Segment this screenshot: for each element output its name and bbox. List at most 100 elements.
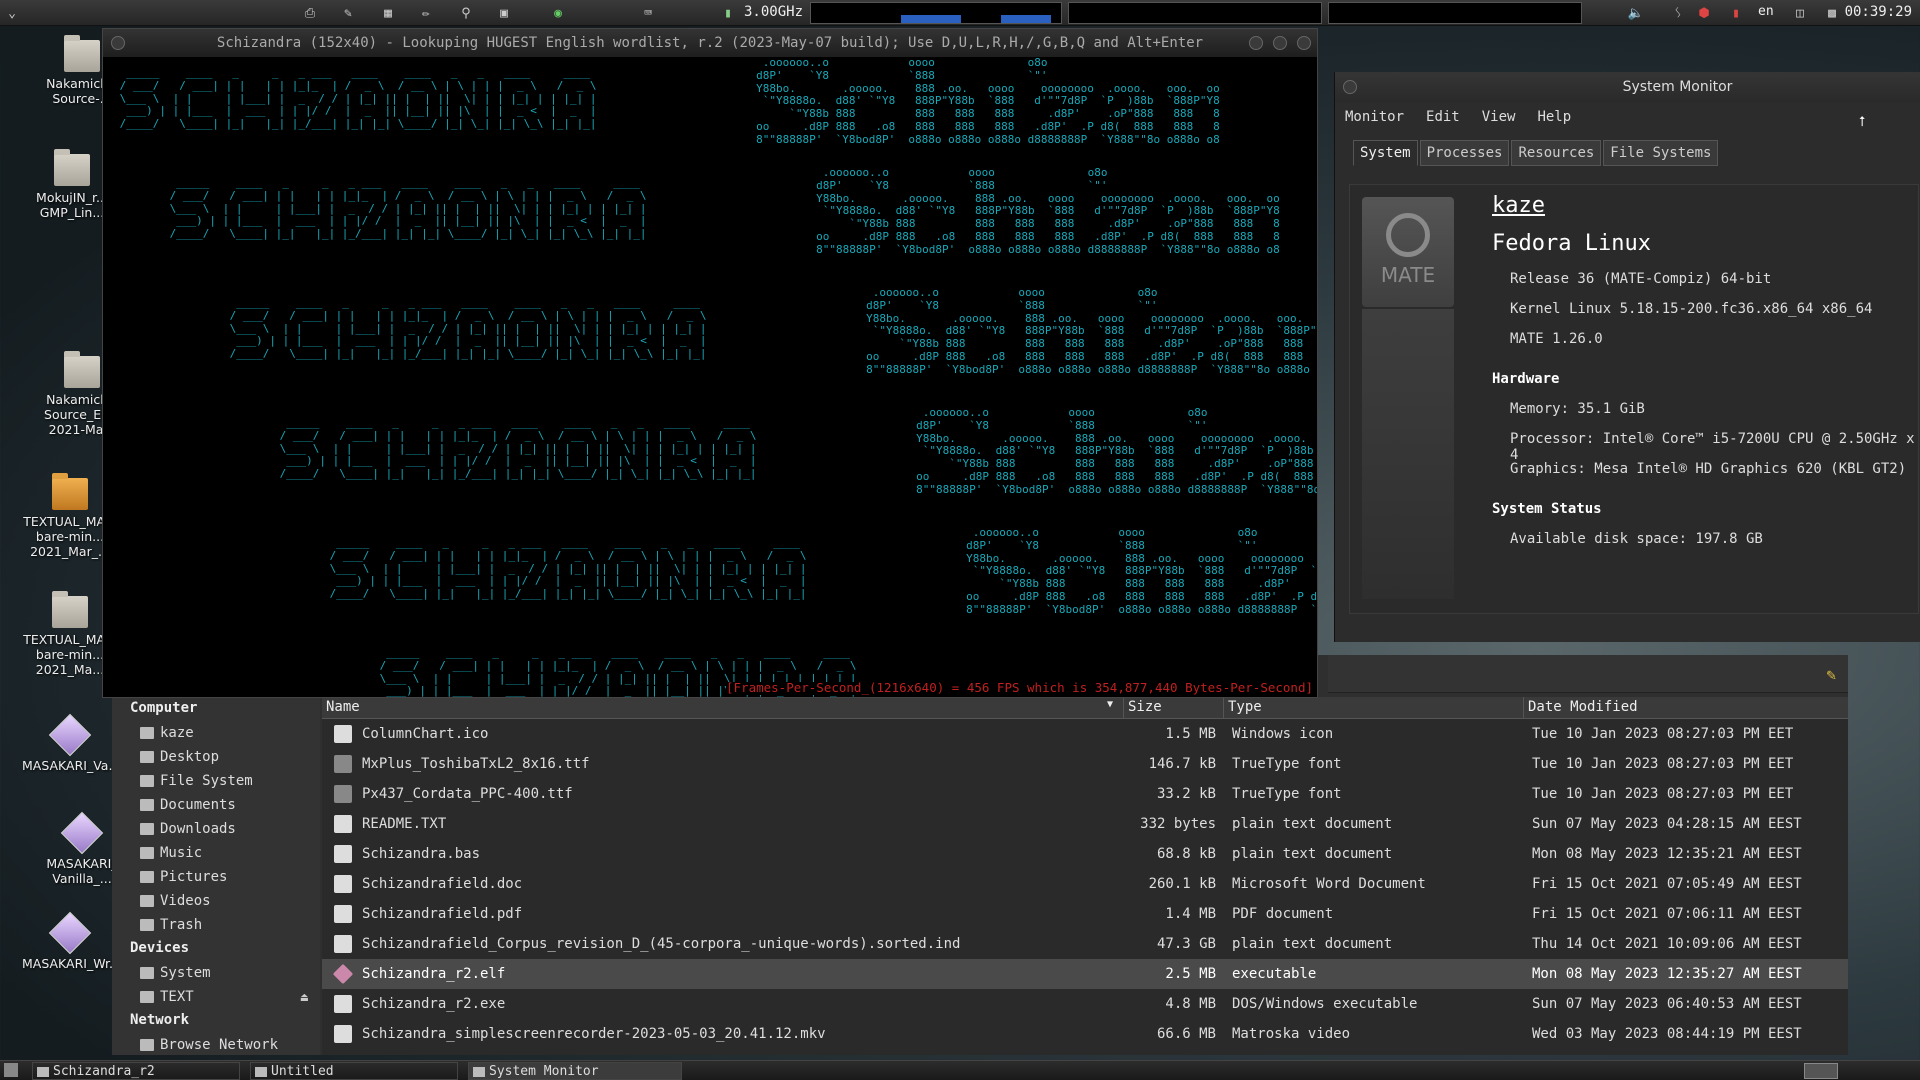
task-untitled[interactable]: Untitled bbox=[250, 1062, 458, 1080]
table-row[interactable]: Schizandra_r2.elf 2.5 MB executable Mon 08 … bbox=[322, 959, 1848, 989]
eject-icon[interactable]: ⏏ bbox=[301, 990, 308, 1004]
file-date: Mon 08 May 2023 12:35:27 AM EEST bbox=[1532, 966, 1802, 982]
column-header-type[interactable]: Type bbox=[1224, 697, 1524, 718]
close-button[interactable] bbox=[1297, 36, 1311, 50]
menu-edit[interactable]: Edit bbox=[1426, 109, 1460, 125]
table-row[interactable]: Schizandra_r2.exe 4.8 MB DOS/Windows execu… bbox=[322, 989, 1848, 1019]
table-row[interactable]: Px437_Cordata_PPC-400.ttf 33.2 kB TrueType… bbox=[322, 779, 1848, 809]
column-header-date[interactable]: Date Modified bbox=[1524, 697, 1848, 718]
folder-icon bbox=[140, 871, 154, 883]
workspace-switcher[interactable] bbox=[1804, 1063, 1838, 1079]
updates-icon[interactable]: ▩ bbox=[1822, 4, 1842, 22]
sidebar-heading-computer: Computer bbox=[130, 700, 198, 716]
sidebar-item-pictures[interactable]: Pictures bbox=[112, 865, 320, 889]
table-row[interactable]: MxPlus_ToshibaTxL2_8x16.ttf 146.7 kB TrueT… bbox=[322, 749, 1848, 779]
desktop-icon[interactable]: MASAKARI_Wr... bbox=[22, 911, 121, 971]
terminal-icon[interactable]: ▣ bbox=[494, 4, 514, 22]
sidebar-item-device-text[interactable]: TEXT ⏏ bbox=[112, 985, 320, 1009]
mate-version: MATE 1.26.0 bbox=[1510, 331, 1603, 347]
trash-icon bbox=[140, 919, 154, 931]
table-row[interactable]: Schizandrafield.pdf 1.4 MB PDF document Fri… bbox=[322, 899, 1848, 929]
text-editor-icon[interactable]: ✏ bbox=[416, 4, 436, 22]
file-name: Schizandra_r2.elf bbox=[362, 966, 506, 982]
edit-location-icon[interactable]: ✎ bbox=[1826, 665, 1836, 684]
fps-status: [Frames-Per-Second_(1216x640) = 456 FPS … bbox=[726, 680, 1313, 696]
task-system-monitor[interactable]: System Monitor bbox=[468, 1062, 682, 1080]
window-menu-button[interactable] bbox=[1343, 80, 1357, 94]
ascii-banner: .oooooo..o oooo o8o d8P' `Y8 `888 `"' Y8… bbox=[866, 286, 1317, 376]
os-name: Fedora Linux bbox=[1492, 231, 1651, 256]
sidebar-item-device-system[interactable]: System bbox=[112, 961, 320, 985]
terminal-titlebar[interactable]: Schizandra (152x40) - Lookuping HUGEST E… bbox=[103, 29, 1317, 57]
file-date: Wed 03 May 2023 08:44:19 PM EEST bbox=[1532, 1026, 1802, 1042]
sidebar-heading-devices: Devices bbox=[130, 940, 190, 956]
menu-view[interactable]: View bbox=[1482, 109, 1516, 125]
cpu-icon: ▮ bbox=[724, 5, 732, 21]
file-type-icon bbox=[334, 995, 352, 1013]
table-row[interactable]: Schizandra.bas 68.8 kB plain text document… bbox=[322, 839, 1848, 869]
file-size: 4.8 MB bbox=[1165, 996, 1216, 1012]
file-type-icon bbox=[334, 755, 352, 773]
file-name-cell: Schizandra_simplescreenrecorder-2023-05-… bbox=[322, 1025, 1124, 1043]
home-icon bbox=[140, 727, 154, 739]
sidebar-item-label: TEXT bbox=[160, 989, 194, 1005]
search-icon[interactable]: ⚲ bbox=[456, 4, 476, 22]
show-desktop-icon[interactable] bbox=[4, 1063, 18, 1077]
menu-chevron-icon[interactable]: ⌄ bbox=[2, 4, 22, 22]
sidebar-item-desktop[interactable]: Desktop bbox=[112, 745, 320, 769]
printer-icon[interactable]: ⎙ bbox=[300, 4, 320, 22]
tab-processes[interactable]: Processes bbox=[1419, 140, 1510, 166]
file-size: 260.1 kB bbox=[1148, 876, 1216, 892]
table-row[interactable]: ColumnChart.ico 1.5 MB Windows icon Tue 10 … bbox=[322, 719, 1848, 749]
menu-monitor[interactable]: Monitor bbox=[1345, 109, 1404, 125]
sidebar-item-home[interactable]: kaze bbox=[112, 721, 320, 745]
browser-icon[interactable]: ◉ bbox=[548, 4, 568, 22]
tab-system[interactable]: System bbox=[1353, 140, 1418, 166]
system-status-heading: System Status bbox=[1492, 501, 1602, 517]
task-schizandra[interactable]: Schizandra_r2 bbox=[32, 1062, 240, 1080]
keyboard-icon[interactable]: ⌨ bbox=[638, 4, 658, 22]
desktop-icon[interactable]: MASAKARI_Va... bbox=[22, 713, 120, 773]
clock[interactable]: 00:39:29 bbox=[1845, 4, 1912, 20]
sidebar-item-label: Documents bbox=[160, 797, 236, 813]
file-name-cell: ColumnChart.ico bbox=[322, 725, 1124, 743]
window-menu-button[interactable] bbox=[111, 36, 125, 50]
sidebar-item-music[interactable]: Music bbox=[112, 841, 320, 865]
table-row[interactable]: Schizandrafield.doc 260.1 kB Microsoft Wor… bbox=[322, 869, 1848, 899]
sidebar-item-browse-network[interactable]: Browse Network bbox=[112, 1033, 320, 1057]
network-icon[interactable]: ◫ bbox=[1790, 4, 1810, 22]
table-row[interactable]: Schizandrafield_Corpus_revision_D_(45-co… bbox=[322, 929, 1848, 959]
tab-file-systems[interactable]: File Systems bbox=[1603, 140, 1719, 166]
file-name: Schizandra_simplescreenrecorder-2023-05-… bbox=[362, 1026, 826, 1042]
file-name-cell: MxPlus_ToshibaTxL2_8x16.ttf bbox=[322, 755, 1124, 773]
file-type-icon bbox=[334, 875, 352, 893]
sidebar-item-videos[interactable]: Videos bbox=[112, 889, 320, 913]
table-row[interactable]: README.TXT 332 bytes plain text document Su… bbox=[322, 809, 1848, 839]
maximize-button[interactable] bbox=[1273, 36, 1287, 50]
calculator-icon[interactable]: ▦ bbox=[378, 4, 398, 22]
keyboard-layout[interactable]: en bbox=[1758, 4, 1774, 19]
app-launcher-icon[interactable]: ✎ bbox=[338, 4, 358, 22]
bluetooth-icon[interactable]: ᛊ bbox=[1668, 4, 1688, 22]
sidebar-item-downloads[interactable]: Downloads bbox=[112, 817, 320, 841]
sidebar-item-filesystem[interactable]: File System bbox=[112, 769, 320, 793]
sidebar-item-trash[interactable]: Trash bbox=[112, 913, 320, 937]
ascii-banner: .oooooo..o oooo o8o d8P' `Y8 `888 `"' Y8… bbox=[756, 57, 1220, 146]
sidebar-item-documents[interactable]: Documents bbox=[112, 793, 320, 817]
terminal-title: Schizandra (152x40) - Lookuping HUGEST E… bbox=[216, 35, 1204, 51]
drive-icon bbox=[140, 775, 154, 787]
tab-resources[interactable]: Resources bbox=[1511, 140, 1602, 166]
system-monitor-window[interactable]: System Monitor Monitor Edit View Help Sy… bbox=[1334, 72, 1920, 642]
package-icon[interactable]: ⬢ bbox=[1694, 4, 1714, 22]
column-header-size[interactable]: Size bbox=[1124, 697, 1224, 718]
file-size: 47.3 GB bbox=[1156, 936, 1216, 952]
volume-icon[interactable]: 🔈 bbox=[1626, 4, 1646, 22]
executable-icon bbox=[48, 911, 92, 955]
menu-help[interactable]: Help bbox=[1537, 109, 1571, 125]
battery-icon[interactable]: ▮ bbox=[1726, 4, 1746, 22]
table-row[interactable]: Schizandra_simplescreenrecorder-2023-05-… bbox=[322, 1019, 1848, 1049]
system-monitor-titlebar[interactable]: System Monitor bbox=[1335, 72, 1920, 102]
minimize-button[interactable] bbox=[1249, 36, 1263, 50]
column-header-name[interactable]: Name ▼ bbox=[322, 697, 1124, 718]
terminal-window[interactable]: Schizandra (152x40) - Lookuping HUGEST E… bbox=[102, 28, 1318, 698]
